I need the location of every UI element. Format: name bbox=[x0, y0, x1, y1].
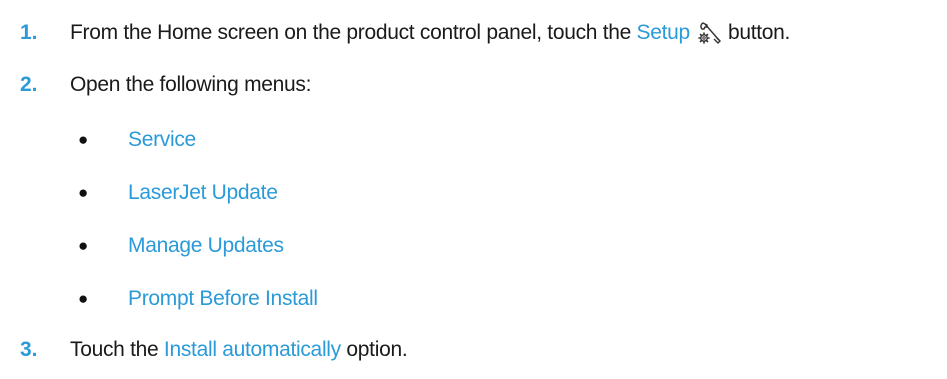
bullet-icon: ● bbox=[78, 183, 89, 202]
instruction-page: 1. From the Home screen on the product c… bbox=[0, 0, 947, 379]
step-text: Open the following menus: bbox=[70, 73, 312, 96]
menu-name: Manage Updates bbox=[128, 234, 284, 257]
menu-name: LaserJet Update bbox=[128, 181, 278, 204]
setup-wrench-gear-icon bbox=[698, 22, 721, 44]
step-text: From the Home screen on the product cont… bbox=[70, 21, 790, 45]
menu-name: Service bbox=[128, 128, 196, 151]
menu-name: Prompt Before Install bbox=[128, 287, 318, 310]
step-number: 2. bbox=[20, 73, 38, 96]
setup-link: Setup bbox=[636, 21, 691, 44]
step-text-before: From the Home screen on the product cont… bbox=[70, 21, 631, 44]
install-automatically-link: Install automatically bbox=[163, 338, 341, 361]
step-number: 3. bbox=[20, 338, 38, 361]
bullet-icon: ● bbox=[78, 236, 89, 255]
step-text-after: button. bbox=[727, 21, 791, 44]
bullet-icon: ● bbox=[78, 289, 89, 308]
step-text-after: option. bbox=[346, 338, 408, 361]
step-text: Touch the Install automatically option. bbox=[70, 338, 408, 362]
step-number: 1. bbox=[20, 21, 38, 44]
step-text-before: Touch the bbox=[70, 338, 159, 361]
bullet-icon: ● bbox=[78, 130, 89, 149]
